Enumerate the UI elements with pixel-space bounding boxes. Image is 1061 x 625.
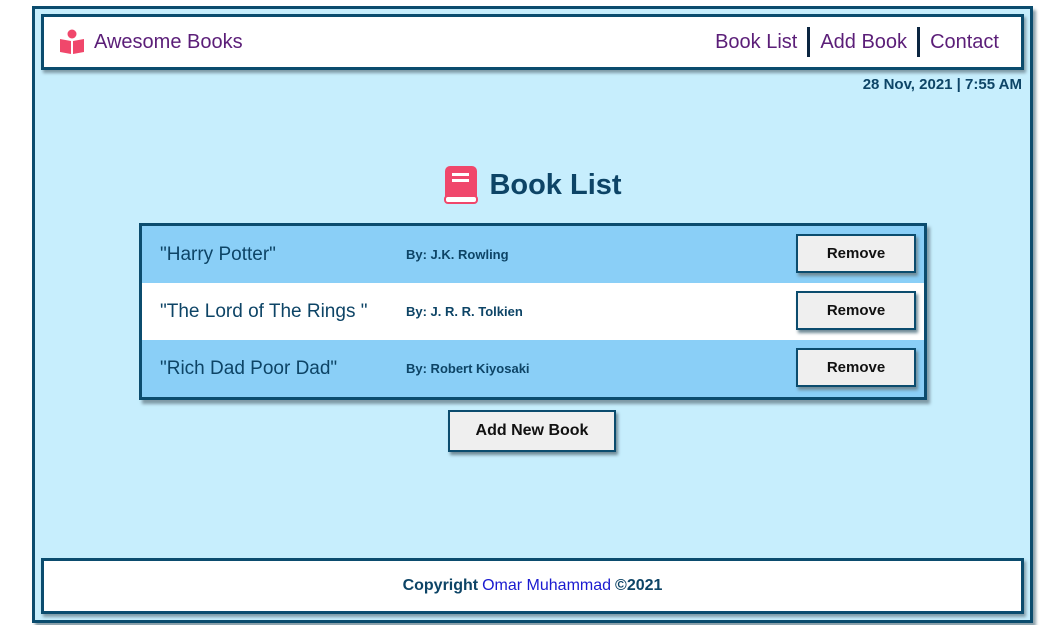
copyright-label: Copyright [402, 577, 479, 594]
book-author: By: J. R. R. Tolkien [406, 304, 523, 319]
add-new-book-button[interactable]: Add New Book [448, 410, 616, 452]
nav-book-list[interactable]: Book List [705, 27, 807, 57]
page-title: Book List [489, 168, 622, 201]
header: Awesome Books Book List Add Book Contact [41, 14, 1024, 70]
brand[interactable]: Awesome Books [44, 28, 243, 56]
remove-button[interactable]: Remove [796, 291, 916, 330]
nav-add-book[interactable]: Add Book [807, 27, 917, 57]
date-time: 28 Nov, 2021 | 7:55 AM [862, 76, 1022, 93]
copyright-year: ©2021 [615, 577, 663, 594]
book-icon [443, 165, 479, 205]
remove-button[interactable]: Remove [796, 348, 916, 387]
nav-contact[interactable]: Contact [917, 27, 1009, 57]
book-title: "Rich Dad Poor Dad" [160, 357, 338, 379]
footer: Copyright Omar Muhammad ©2021 [41, 558, 1024, 614]
book-author: By: Robert Kiyosaki [406, 361, 530, 376]
author-link[interactable]: Omar Muhammad [482, 577, 611, 595]
remove-button[interactable]: Remove [796, 234, 916, 273]
brand-title: Awesome Books [94, 30, 243, 53]
reader-icon [58, 28, 86, 56]
nav: Book List Add Book Contact [705, 27, 1021, 57]
book-row: "Harry Potter" By: J.K. Rowling Remove [142, 226, 924, 283]
book-title: "Harry Potter" [160, 243, 276, 265]
app-frame: Awesome Books Book List Add Book Contact… [32, 6, 1033, 623]
book-row: "The Lord of The Rings " By: J. R. R. To… [142, 283, 924, 340]
section-header: Book List [35, 165, 1030, 205]
book-list: "Harry Potter" By: J.K. Rowling Remove "… [139, 223, 927, 400]
book-title: "The Lord of The Rings " [160, 300, 368, 322]
book-author: By: J.K. Rowling [406, 247, 509, 262]
book-row: "Rich Dad Poor Dad" By: Robert Kiyosaki … [142, 340, 924, 397]
